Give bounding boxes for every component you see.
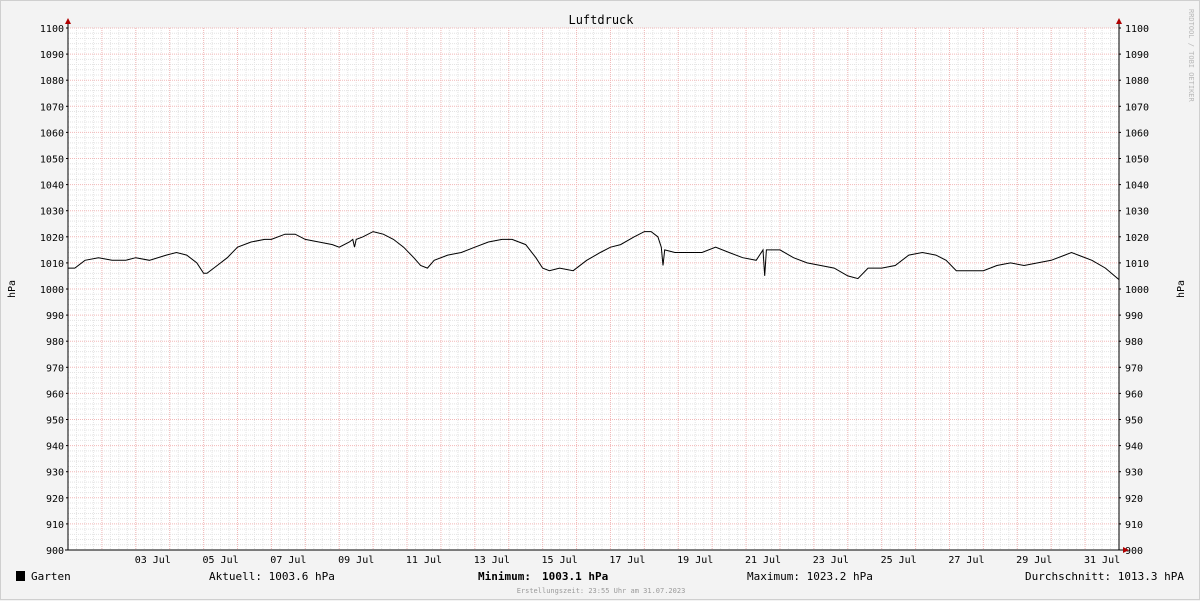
- x-tick-label: 15 Jul: [542, 555, 578, 566]
- y-tick-label: 930: [46, 468, 64, 479]
- minimum-value: 1003.1 hPa: [542, 570, 608, 583]
- y-tick-label: 1060: [40, 128, 64, 139]
- x-tick-label: 11 Jul: [406, 555, 442, 566]
- x-tick-label: 13 Jul: [474, 555, 510, 566]
- y-tick-label: 920: [46, 494, 64, 505]
- y-tick-label: 1090: [40, 50, 64, 61]
- y-tick-label-right: 1090: [1125, 50, 1149, 61]
- y-tick-label-right: 950: [1125, 416, 1143, 427]
- creation-time: Erstellungszeit: 23:55 Uhr am 31.07.2023: [517, 587, 686, 595]
- y-tick-label-right: 1030: [1125, 207, 1149, 218]
- y-tick-label: 1100: [40, 24, 64, 35]
- y-tick-label: 1010: [40, 259, 64, 270]
- x-tick-label: 31 Jul: [1084, 555, 1120, 566]
- chart-frame: 900 910 920 930 940 950 960 970 980 990 1000 1010 10…: [0, 0, 1200, 600]
- y-tick-labels-left: 900 910 920 930 940 950 960 970 980 990 1000 1010 10…: [40, 24, 64, 557]
- y-tick-label: 960: [46, 389, 64, 400]
- x-tick-label: 21 Jul: [745, 555, 781, 566]
- x-tick-labels: 03 Jul 05 Jul 07 Jul 09 Jul 11 Jul 13 Jul 15 J…: [135, 555, 1120, 566]
- y-tick-label-right: 1080: [1125, 76, 1149, 87]
- minimum-label: Minimum:: [478, 570, 531, 583]
- y-tick-label-right: 970: [1125, 363, 1143, 374]
- x-tick-label: 09 Jul: [338, 555, 374, 566]
- y-axis-arrow-right: [1116, 18, 1122, 24]
- y-tick-label-right: 1050: [1125, 155, 1149, 166]
- x-tick-label: 03 Jul: [135, 555, 171, 566]
- y-tick-label: 1080: [40, 76, 64, 87]
- legend-label: Garten: [31, 570, 71, 583]
- y-tick-label: 1020: [40, 233, 64, 244]
- y-tick-label-right: 1100: [1125, 24, 1149, 35]
- y-tick-label: 990: [46, 311, 64, 322]
- y-tick-label: 1000: [40, 285, 64, 296]
- y-tick-label: 950: [46, 416, 64, 427]
- y-tick-label-right: 990: [1125, 311, 1143, 322]
- x-tick-label: 17 Jul: [609, 555, 645, 566]
- y-tick-label: 1070: [40, 102, 64, 113]
- y-tick-label: 970: [46, 363, 64, 374]
- y-tick-label: 940: [46, 442, 64, 453]
- average-value: Durchschnitt: 1013.3 hPA: [1025, 570, 1184, 583]
- y-tick-label: 1050: [40, 155, 64, 166]
- current-value: Aktuell: 1003.6 hPa: [209, 570, 335, 583]
- x-tick-label: 05 Jul: [203, 555, 239, 566]
- y-tick-label: 900: [46, 546, 64, 557]
- y-tick-label-right: 920: [1125, 494, 1143, 505]
- y-tick-label-right: 1010: [1125, 259, 1149, 270]
- y-tick-label-right: 940: [1125, 442, 1143, 453]
- watermark: RRDTOOL / TOBI OETIKER: [1187, 9, 1195, 103]
- y-tick-label-right: 1070: [1125, 102, 1149, 113]
- chart-canvas: 900 910 920 930 940 950 960 970 980 990 1000 1010 10…: [7, 9, 1195, 595]
- y-axis-arrow-left: [65, 18, 71, 24]
- x-tick-label: 29 Jul: [1016, 555, 1052, 566]
- y-tick-label: 1030: [40, 207, 64, 218]
- legend-swatch: [16, 571, 25, 581]
- y-tick-label-right: 900: [1125, 546, 1143, 557]
- y-tick-label: 910: [46, 520, 64, 531]
- y-tick-label-right: 1060: [1125, 128, 1149, 139]
- maximum-value: Maximum: 1023.2 hPa: [747, 570, 873, 583]
- y-tick-label-right: 1020: [1125, 233, 1149, 244]
- x-tick-label: 23 Jul: [813, 555, 849, 566]
- y-tick-label-right: 930: [1125, 468, 1143, 479]
- y-tick-label-right: 1040: [1125, 181, 1149, 192]
- y-tick-label-right: 980: [1125, 337, 1143, 348]
- x-tick-label: 27 Jul: [948, 555, 984, 566]
- y-axis-label-left: hPa: [7, 280, 18, 298]
- y-tick-label-right: 1000: [1125, 285, 1149, 296]
- x-tick-label: 07 Jul: [270, 555, 306, 566]
- x-tick-label: 19 Jul: [677, 555, 713, 566]
- y-axis-label-right: hPa: [1176, 280, 1187, 298]
- y-tick-label-right: 910: [1125, 520, 1143, 531]
- y-tick-labels-right: 900 910 920 930 940 950 960 970 980 990 1000 1010 10…: [1125, 24, 1149, 557]
- y-tick-label-right: 960: [1125, 389, 1143, 400]
- y-tick-label: 980: [46, 337, 64, 348]
- chart-title: Luftdruck: [568, 13, 634, 27]
- x-tick-label: 25 Jul: [881, 555, 917, 566]
- y-tick-label: 1040: [40, 181, 64, 192]
